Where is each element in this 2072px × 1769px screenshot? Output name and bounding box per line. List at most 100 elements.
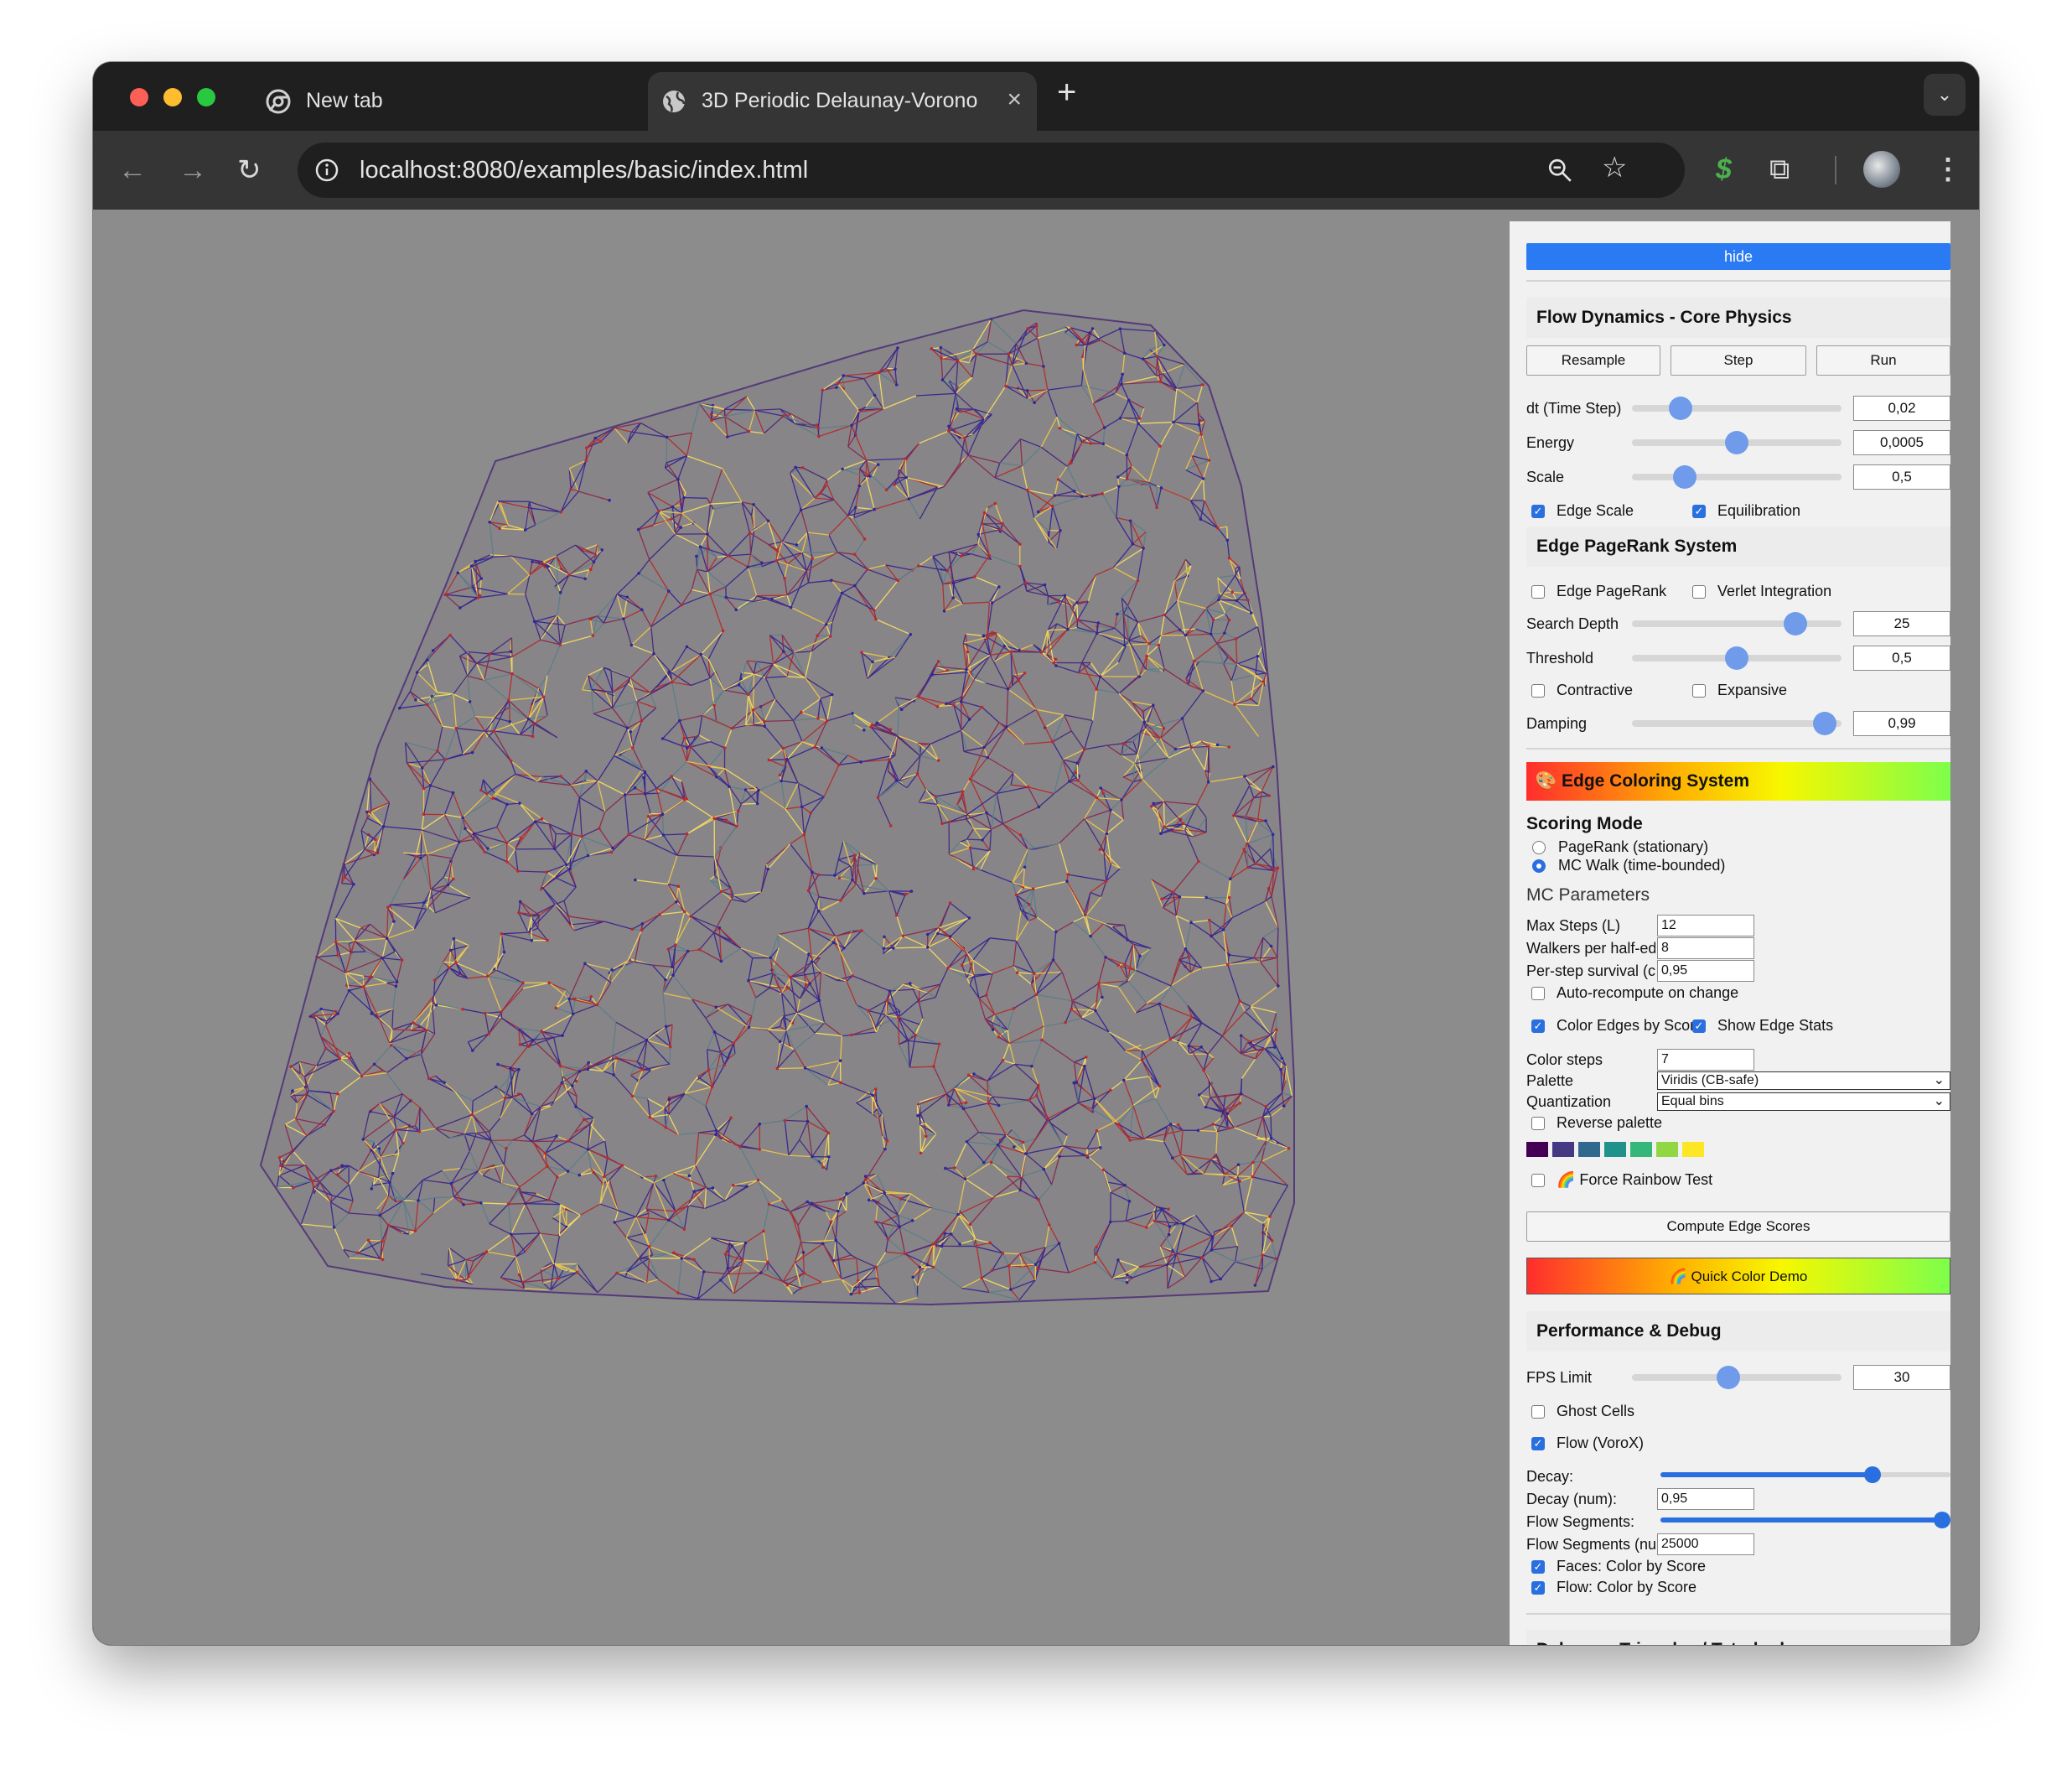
mesh-vertex xyxy=(910,1219,914,1222)
maximize-window-button[interactable] xyxy=(197,88,215,106)
mesh-vertex xyxy=(802,1271,806,1275)
mesh-vertex xyxy=(1136,578,1140,583)
reload-icon[interactable]: ↻ xyxy=(237,149,262,191)
mesh-vertex xyxy=(731,1183,735,1187)
mesh-edge xyxy=(741,802,758,805)
mesh-vertex xyxy=(1238,999,1241,1003)
mesh-vertex xyxy=(494,1085,498,1089)
mesh-vertex xyxy=(783,1118,787,1123)
mesh-vertex xyxy=(1026,327,1029,330)
tab-delaunay-voronoi[interactable]: 3D Periodic Delaunay-Voronoi × xyxy=(648,72,1037,131)
mesh-vertex xyxy=(1276,866,1280,869)
mesh-vertex xyxy=(1094,1009,1097,1013)
close-tab-icon[interactable]: × xyxy=(1007,86,1022,114)
mesh-vertex xyxy=(953,1166,956,1170)
mesh-vertex xyxy=(1187,1044,1190,1048)
mesh-vertex xyxy=(940,1244,944,1248)
mesh-vertex xyxy=(554,1006,558,1010)
mesh-vertex xyxy=(956,359,960,362)
mesh-vertex xyxy=(1075,601,1079,604)
tab-search-button[interactable]: ⌄ xyxy=(1924,74,1966,116)
mesh-vertex xyxy=(671,505,675,509)
extensions-puzzle-icon[interactable]: ⧉ xyxy=(1769,148,1790,191)
mesh-vertex xyxy=(291,1089,294,1092)
webgl-viewport[interactable]: hide Flow Dynamics - Core Physics Resamp… xyxy=(93,210,1979,1645)
mesh-vertex xyxy=(401,1141,405,1145)
mesh-vertex xyxy=(839,1197,842,1201)
mesh-vertex xyxy=(1116,475,1120,479)
mesh-vertex xyxy=(1025,389,1029,392)
url-text: localhost:8080/examples/basic/index.html xyxy=(360,157,809,184)
mesh-vertex xyxy=(414,698,417,702)
bookmark-star-icon[interactable]: ☆ xyxy=(1602,151,1627,184)
back-icon[interactable]: ← xyxy=(118,149,147,191)
mesh-vertex xyxy=(1018,833,1023,837)
mesh-vertex xyxy=(1279,1068,1282,1071)
mesh-vertex xyxy=(1122,962,1127,966)
mesh-vertex xyxy=(805,1200,809,1204)
mesh-vertex xyxy=(352,883,355,886)
mesh-vertex xyxy=(1167,1232,1171,1237)
mesh-vertex xyxy=(1204,895,1208,900)
mesh-vertex xyxy=(811,870,814,874)
mesh-vertex xyxy=(674,943,677,947)
mesh-edge xyxy=(904,459,907,478)
mesh-vertex xyxy=(498,527,501,531)
mesh-vertex xyxy=(917,564,920,568)
mesh-vertex xyxy=(767,758,771,762)
mesh-vertex xyxy=(468,700,472,703)
mesh-edge xyxy=(490,1139,513,1142)
mesh-vertex xyxy=(960,963,964,968)
menu-kebab-icon[interactable]: ⋮ xyxy=(1934,148,1962,191)
mesh-vertex xyxy=(324,1046,328,1051)
mesh-vertex xyxy=(1142,357,1145,361)
mesh-vertex xyxy=(1109,1088,1112,1092)
mesh-vertex xyxy=(917,695,920,699)
mesh-vertex xyxy=(869,725,873,729)
mesh-vertex xyxy=(386,905,390,909)
mesh-vertex xyxy=(558,590,562,594)
mesh-vertex xyxy=(721,629,725,633)
profile-avatar[interactable] xyxy=(1863,151,1900,188)
site-info-icon[interactable] xyxy=(314,158,339,183)
mesh-vertex xyxy=(634,878,637,882)
mesh-edge xyxy=(1193,1172,1204,1175)
mesh-vertex xyxy=(780,779,783,783)
mesh-vertex xyxy=(516,869,520,873)
mesh-vertex xyxy=(518,1043,522,1046)
mesh-vertex xyxy=(904,457,907,460)
mesh-vertex xyxy=(717,926,722,930)
mesh-vertex xyxy=(961,790,965,793)
mesh-vertex xyxy=(1277,984,1280,988)
mesh-vertex xyxy=(1056,478,1060,481)
extension-icon[interactable]: $ xyxy=(1716,148,1732,191)
forward-icon[interactable]: → xyxy=(179,149,207,191)
voronoi-mesh-canvas[interactable] xyxy=(93,210,1501,1645)
mesh-vertex xyxy=(484,1011,487,1015)
mesh-vertex xyxy=(873,393,877,397)
mesh-vertex xyxy=(841,467,844,471)
mesh-vertex xyxy=(794,465,797,469)
mesh-vertex xyxy=(1116,1258,1120,1262)
mesh-vertex xyxy=(936,660,940,663)
mesh-vertex xyxy=(585,446,588,449)
mesh-vertex xyxy=(1023,672,1027,675)
minimize-window-button[interactable] xyxy=(163,88,182,106)
mesh-vertex xyxy=(454,726,458,730)
mesh-vertex xyxy=(967,718,971,721)
mesh-vertex xyxy=(1138,954,1142,957)
close-window-button[interactable] xyxy=(130,88,148,106)
address-bar[interactable]: localhost:8080/examples/basic/index.html… xyxy=(298,143,1685,198)
mesh-vertex xyxy=(723,746,727,750)
mesh-vertex xyxy=(1057,1242,1061,1245)
mesh-vertex xyxy=(1095,1245,1098,1249)
new-tab-button[interactable]: + xyxy=(1057,75,1076,109)
mesh-vertex xyxy=(531,734,535,738)
mesh-vertex xyxy=(743,788,748,791)
mesh-vertex xyxy=(1152,801,1155,806)
mesh-vertex xyxy=(1116,612,1119,616)
mesh-vertex xyxy=(636,527,640,532)
zoom-icon[interactable] xyxy=(1546,157,1573,184)
mesh-edge xyxy=(532,1140,569,1143)
mesh-vertex xyxy=(1198,1093,1201,1097)
